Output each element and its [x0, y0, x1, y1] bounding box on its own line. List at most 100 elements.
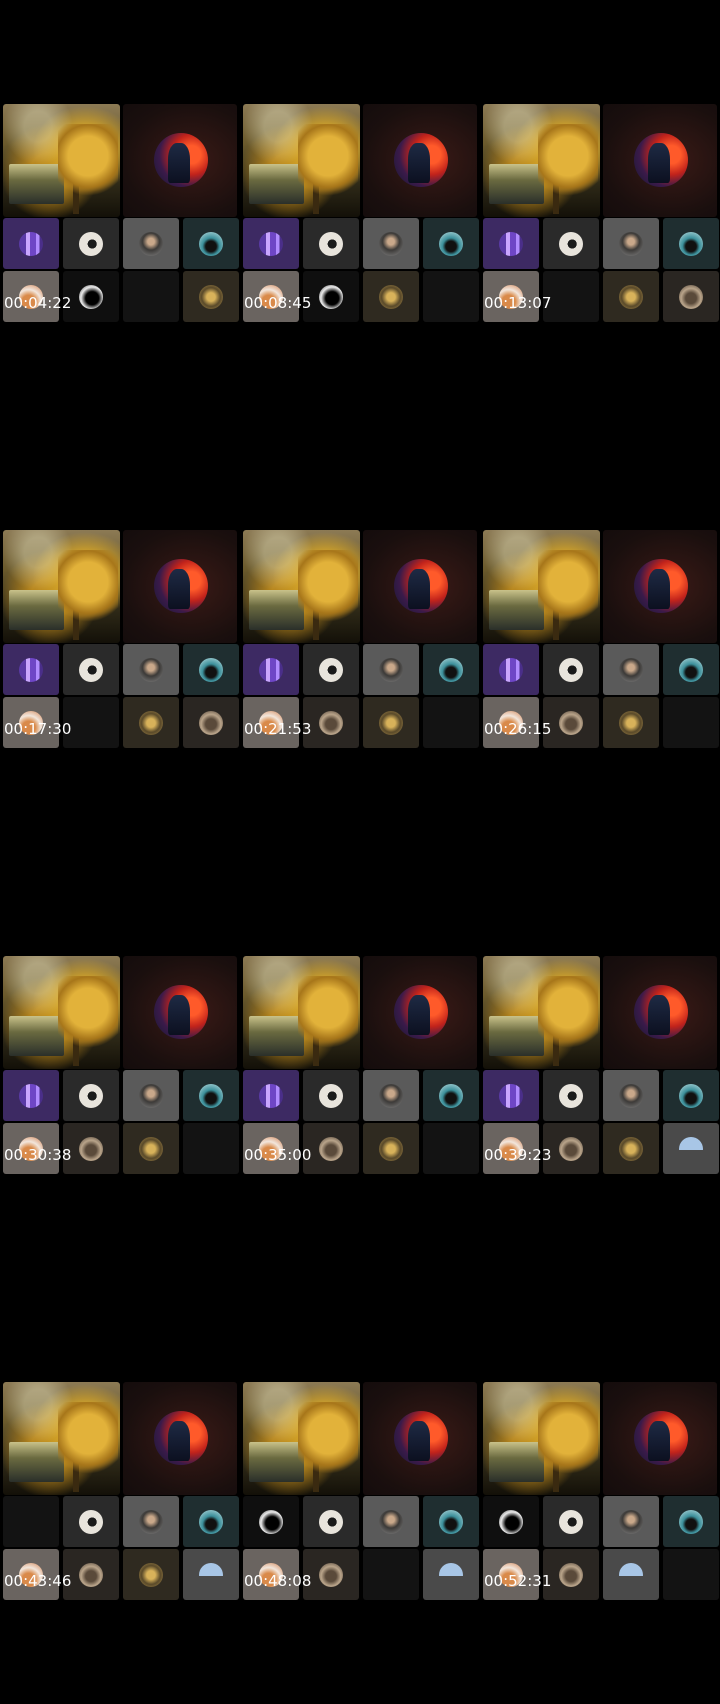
- participant-tile: [303, 1496, 359, 1547]
- participant-tile: [123, 644, 179, 695]
- participant-tile: [243, 644, 299, 695]
- participant-avatar: [379, 711, 403, 735]
- participant-tile: [63, 697, 119, 748]
- main-video-speaker: [123, 530, 237, 643]
- participant-avatar: [379, 285, 403, 309]
- tree-canopy: [298, 550, 358, 630]
- participant-tile: [183, 271, 239, 322]
- participant-avatar: [379, 658, 403, 682]
- participant-avatar: [499, 1084, 523, 1108]
- participant-avatar: [319, 1563, 343, 1587]
- participant-tile: [183, 644, 239, 695]
- participant-tile: [483, 218, 539, 269]
- video-frame: 00:43:46: [0, 1278, 239, 1704]
- participant-avatar: [319, 1510, 343, 1534]
- speaker-figure: [648, 1421, 670, 1461]
- participant-tile: [123, 1070, 179, 1121]
- participant-tile: [663, 218, 719, 269]
- bench: [489, 164, 544, 204]
- participant-avatar: [139, 232, 163, 256]
- speaker-figure: [648, 143, 670, 183]
- speaker-figure: [408, 1421, 430, 1461]
- participant-avatar: [19, 1084, 43, 1108]
- participant-tile: [603, 271, 659, 322]
- main-video-speaker: [123, 956, 237, 1069]
- main-video-autumn-tree: [483, 956, 600, 1069]
- tree-canopy: [538, 550, 598, 630]
- participant-avatar: [139, 1084, 163, 1108]
- participant-avatar: [559, 1084, 583, 1108]
- participant-tile: [663, 1070, 719, 1121]
- tree-canopy: [538, 1402, 598, 1482]
- participant-tile: [303, 1070, 359, 1121]
- tree-canopy: [58, 124, 118, 204]
- participant-avatar: [619, 711, 643, 735]
- participant-tile: [243, 1070, 299, 1121]
- participant-tile: [603, 1496, 659, 1547]
- participant-avatar: [79, 1510, 103, 1534]
- participant-tile: [603, 644, 659, 695]
- participant-tile: [63, 1549, 119, 1600]
- tree-canopy: [538, 976, 598, 1056]
- participant-avatar: [379, 1510, 403, 1534]
- participant-avatar: [679, 232, 703, 256]
- participant-avatar: [679, 1084, 703, 1108]
- main-video-speaker: [603, 1382, 717, 1495]
- participant-avatar: [619, 658, 643, 682]
- participant-avatar: [199, 1084, 223, 1108]
- participant-tile: [423, 218, 479, 269]
- participant-avatar: [319, 658, 343, 682]
- speaker-figure: [408, 143, 430, 183]
- main-video-autumn-tree: [3, 104, 120, 217]
- participant-tile: [123, 218, 179, 269]
- participant-avatar: [619, 285, 643, 309]
- participant-tile: [183, 1070, 239, 1121]
- speaker-figure: [408, 995, 430, 1035]
- bench: [9, 1442, 64, 1482]
- bench: [249, 1442, 304, 1482]
- participant-avatar: [139, 711, 163, 735]
- participant-tile: [483, 644, 539, 695]
- bench: [249, 590, 304, 630]
- frame-timestamp: 00:04:22: [4, 294, 72, 312]
- participant-tile: [303, 218, 359, 269]
- participant-tile: [3, 218, 59, 269]
- participant-tile: [303, 271, 359, 322]
- participant-avatar: [79, 1563, 103, 1587]
- participant-tile: [483, 1496, 539, 1547]
- participant-avatar: [559, 232, 583, 256]
- video-frame: 00:39:23: [480, 852, 719, 1278]
- video-frame: 00:48:08: [240, 1278, 479, 1704]
- participant-tile: [183, 697, 239, 748]
- contact-sheet: 00:04:22 00:08:45 00:13:07 00:17:30 00:21:53…: [0, 0, 720, 1704]
- participant-avatar: [379, 1084, 403, 1108]
- participant-avatar: [259, 658, 283, 682]
- participant-avatar: [139, 1137, 163, 1161]
- bench: [9, 1016, 64, 1056]
- participant-tile: [423, 697, 479, 748]
- participant-tile: [303, 644, 359, 695]
- speaker-avatar: [634, 985, 688, 1039]
- participant-avatar: [679, 1137, 703, 1161]
- frame-timestamp: 00:13:07: [484, 294, 552, 312]
- participant-tile: [543, 1549, 599, 1600]
- participant-avatar: [559, 1137, 583, 1161]
- participant-tile: [543, 644, 599, 695]
- bench: [9, 590, 64, 630]
- main-video-speaker: [603, 530, 717, 643]
- speaker-avatar: [394, 133, 448, 187]
- tree-canopy: [538, 124, 598, 204]
- participant-tile: [183, 1123, 239, 1174]
- participant-tile: [363, 271, 419, 322]
- speaker-figure: [648, 569, 670, 609]
- participant-tile: [663, 1549, 719, 1600]
- participant-avatar: [199, 1563, 223, 1587]
- participant-tile: [123, 697, 179, 748]
- participant-tile: [363, 1123, 419, 1174]
- speaker-avatar: [634, 133, 688, 187]
- participant-avatar: [559, 658, 583, 682]
- main-video-speaker: [363, 1382, 477, 1495]
- participant-tile: [543, 1123, 599, 1174]
- participant-avatar: [259, 1084, 283, 1108]
- participant-avatar: [619, 1137, 643, 1161]
